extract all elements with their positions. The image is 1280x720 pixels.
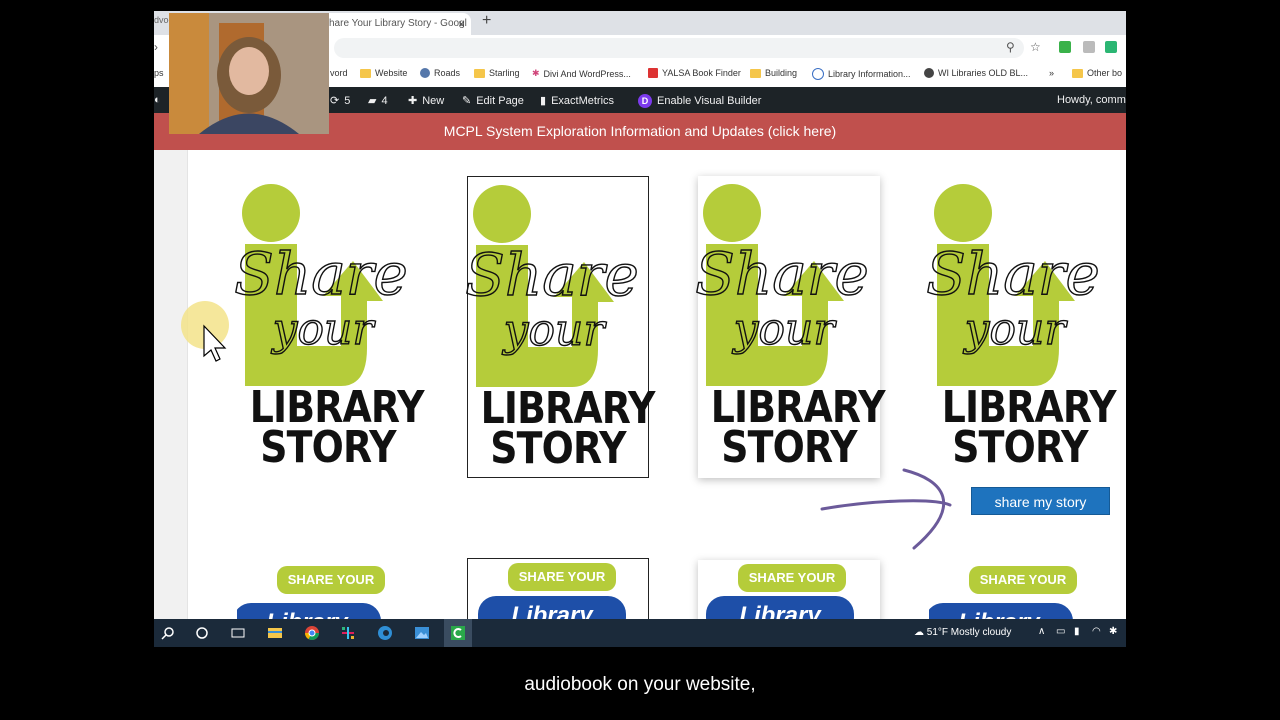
slack-icon[interactable]: [340, 625, 356, 641]
task-view-icon[interactable]: [230, 625, 246, 641]
search-icon[interactable]: [160, 625, 176, 641]
bookmark-yalsa[interactable]: YALSA Book Finder: [648, 68, 741, 78]
story-graphic-card-bordered[interactable]: Share your LIBRARY STORY: [464, 176, 655, 478]
bookmark-divi[interactable]: ✱ Divi And WordPress...: [532, 68, 631, 79]
globe-icon: [924, 68, 934, 78]
share-your-bubble: SHARE YOUR: [738, 564, 846, 592]
presenter-video: [169, 13, 329, 134]
windows-taskbar: ☁ 51°F Mostly cloudy ∧ ▭ ▮ ◠ ✱: [154, 619, 1126, 647]
bar-chart-icon: ▮: [540, 95, 547, 107]
extension-icon-2[interactable]: [1083, 41, 1095, 53]
story-graphic-card[interactable]: Share your LIBRARY STORY: [233, 176, 425, 478]
webcam-overlay: [169, 13, 329, 134]
bookmark-item[interactable]: ps: [154, 68, 164, 78]
active-tab-title: hare Your Library Story - Googl: [329, 18, 467, 29]
folder-icon: [474, 68, 485, 78]
bookmark-library-info[interactable]: Library Information...: [812, 68, 911, 80]
close-tab-icon[interactable]: ×: [458, 13, 465, 35]
share-your-bubble: SHARE YOUR: [969, 566, 1077, 594]
your-script-text: your: [732, 304, 838, 355]
edit-page-item[interactable]: ✎ Edit Page: [462, 94, 524, 108]
purple-arrow-icon: [820, 468, 952, 550]
video-caption: audiobook on your website,: [524, 674, 756, 695]
extension-icon-3[interactable]: [1105, 41, 1117, 53]
show-hidden-icons[interactable]: ∧: [1038, 626, 1045, 637]
library-person-logo-icon: Shareyour: [233, 184, 409, 386]
folder-icon: [360, 68, 371, 78]
address-bar[interactable]: [334, 38, 1024, 58]
site-icon: [420, 68, 430, 78]
folder-icon: [1072, 68, 1083, 78]
share-your-bubble: SHARE YOUR: [277, 566, 385, 594]
your-script-text: your: [502, 305, 608, 356]
edge-icon[interactable]: [377, 625, 393, 641]
refresh-icon: ⟳: [330, 95, 340, 107]
forward-icon[interactable]: ›: [154, 40, 158, 54]
share-script-text: Share: [695, 240, 869, 308]
cortana-icon[interactable]: [194, 625, 210, 641]
zoom-icon[interactable]: ⚲: [1006, 40, 1015, 54]
share-script-text: Share: [465, 241, 639, 309]
bookmark-roads[interactable]: Roads: [420, 68, 460, 78]
account-menu[interactable]: Howdy, comm.: [1057, 94, 1126, 106]
story-title: STORY: [490, 423, 626, 474]
plus-icon: ✚: [408, 95, 418, 107]
folder-icon: [750, 68, 761, 78]
bookmark-website[interactable]: Website: [360, 68, 407, 78]
network-icon[interactable]: ▭: [1056, 626, 1065, 637]
second-row-card[interactable]: SHARE YOUR Library: [929, 558, 1111, 628]
divi-icon: D: [638, 94, 652, 108]
library-person-logo-icon: Shareyour: [464, 185, 640, 387]
page-content: Share your LIBRARY STORY Share your LIBRARY ST…: [154, 150, 1126, 630]
weather-widget[interactable]: ☁ 51°F Mostly cloudy: [914, 627, 1011, 638]
new-item[interactable]: ✚ New: [408, 94, 444, 108]
bookmark-item[interactable]: vord: [330, 68, 348, 78]
comments-item[interactable]: ▰ 4: [368, 94, 388, 108]
second-row-card[interactable]: SHARE YOUR Library: [467, 558, 649, 628]
share-script-text: Share: [926, 240, 1100, 308]
bookmarks-overflow-button[interactable]: »: [1049, 68, 1054, 78]
camtasia-icon[interactable]: [450, 625, 466, 641]
story-title: STORY: [952, 422, 1088, 473]
bookmark-wi-libraries[interactable]: WI Libraries OLD BL...: [924, 68, 1028, 78]
wifi-icon[interactable]: ◠: [1092, 626, 1101, 637]
active-tab[interactable]: hare Your Library Story - Googl ×: [319, 13, 471, 35]
visual-builder-item[interactable]: D Enable Visual Builder: [638, 94, 761, 108]
exactmetrics-item[interactable]: ▮ ExactMetrics: [540, 94, 614, 108]
library-person-logo-icon: Shareyour: [925, 184, 1101, 386]
cursor-highlight: [181, 301, 229, 362]
comment-icon: ▰: [368, 95, 377, 107]
your-script-text: your: [963, 304, 1069, 355]
story-graphic-card-with-button[interactable]: Share your LIBRARY STORY: [925, 176, 1117, 478]
second-row-card[interactable]: SHARE YOUR Library: [237, 558, 419, 628]
bookmark-star-icon[interactable]: ☆: [1030, 40, 1041, 54]
dashboard-icon[interactable]: ◐: [154, 94, 161, 106]
new-tab-button[interactable]: +: [482, 12, 491, 30]
page-side-strip: [154, 150, 188, 619]
extension-icon[interactable]: [1059, 41, 1071, 53]
pencil-icon: ✎: [462, 95, 472, 107]
settings-tray-icon[interactable]: ✱: [1109, 626, 1117, 637]
bookmark-building[interactable]: Building: [750, 68, 797, 78]
cloud-icon: ☁: [914, 627, 927, 638]
site-icon: [812, 68, 824, 80]
updates-item[interactable]: ⟳ 5: [330, 94, 350, 108]
bookmark-other[interactable]: Other bo: [1072, 68, 1122, 78]
share-your-bubble: SHARE YOUR: [508, 563, 616, 591]
yalsa-icon: [648, 68, 658, 78]
library-person-logo-icon: Shareyour: [694, 184, 870, 386]
your-script-text: your: [271, 304, 377, 355]
chrome-icon[interactable]: [304, 625, 320, 641]
story-title: STORY: [260, 422, 396, 473]
story-graphic-card-shadow[interactable]: Share your LIBRARY STORY: [694, 176, 886, 478]
file-explorer-icon[interactable]: [267, 625, 283, 641]
bookmark-starling[interactable]: Starling: [474, 68, 520, 78]
photos-icon[interactable]: [414, 625, 430, 641]
share-script-text: Share: [234, 240, 408, 308]
flower-icon: ✱: [532, 68, 540, 78]
microphone-icon[interactable]: ▮: [1074, 626, 1080, 637]
share-my-story-button[interactable]: share my story: [971, 487, 1110, 515]
